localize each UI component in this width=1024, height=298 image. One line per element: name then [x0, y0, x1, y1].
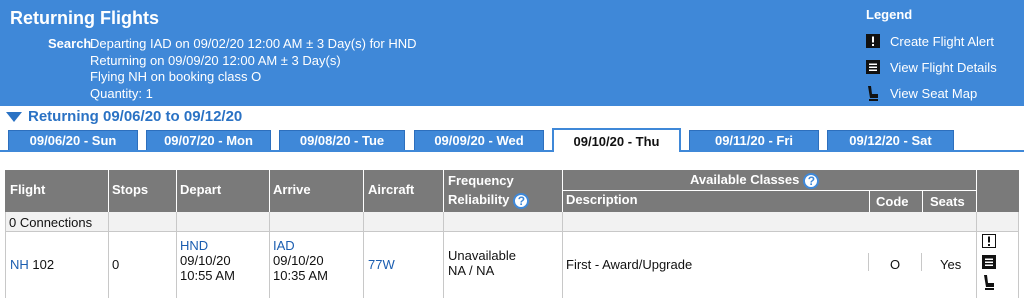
tab-0910[interactable]: 09/10/20 - Thu	[552, 128, 681, 152]
tab-0911[interactable]: 09/11/20 - Fri	[689, 130, 819, 150]
search-header: Returning Flights Search Departing IAD o…	[0, 0, 1024, 106]
header-frequency: Frequency	[448, 173, 514, 188]
cell-sep	[921, 253, 922, 271]
alert-icon	[866, 34, 880, 48]
depart-cell: HND 09/10/20 10:55 AM	[180, 238, 235, 283]
header-depart: Depart	[180, 182, 222, 197]
col-sep	[363, 212, 364, 298]
return-range-toggle[interactable]: Returning 09/06/20 to 09/12/20	[6, 108, 242, 125]
cell-sep	[868, 253, 869, 271]
tab-0908[interactable]: 09/08/20 - Tue	[279, 130, 405, 150]
search-line-depart: Departing IAD on 09/02/20 12:00 AM ± 3 D…	[90, 36, 417, 51]
depart-time: 10:55 AM	[180, 268, 235, 283]
tab-0906[interactable]: 09/06/20 - Sun	[8, 130, 138, 150]
tab-0907[interactable]: 09/07/20 - Mon	[146, 130, 271, 150]
seat-icon	[866, 86, 880, 101]
col-sep	[108, 170, 109, 212]
arrive-date: 09/10/20	[273, 253, 324, 268]
col-sep	[976, 170, 977, 212]
alert-icon[interactable]	[982, 234, 998, 250]
search-line-return: Returning on 09/09/20 12:00 AM ± 3 Day(s…	[90, 52, 341, 68]
legend-title: Legend	[866, 7, 913, 22]
frequency-reliability-cell: Unavailable NA / NA	[448, 248, 516, 278]
stops-value: 0	[112, 257, 120, 272]
header-reliability: Reliability	[448, 192, 510, 207]
header-flight: Flight	[10, 182, 46, 197]
header-available-classes-wrap: Available Classes?	[690, 172, 820, 189]
legend: Legend Create Flight Alert View Flight D…	[866, 7, 1016, 106]
details-icon[interactable]	[982, 255, 998, 271]
header-aircraft: Aircraft	[368, 182, 415, 197]
reliability-value: NA / NA	[448, 263, 495, 278]
col-sep	[269, 170, 270, 212]
class-code: O	[890, 257, 901, 272]
col-sep	[443, 212, 444, 298]
seat-icon[interactable]	[982, 274, 998, 292]
col-sep	[443, 170, 444, 212]
connections-label: 0 Connections	[9, 215, 93, 230]
arrive-airport-link[interactable]: IAD	[273, 238, 328, 253]
flight-number-cell: NH 102	[10, 257, 54, 272]
header-divider	[563, 190, 976, 191]
seats-available: Yes	[940, 257, 962, 272]
header-seats: Seats	[930, 194, 965, 209]
legend-item-seat: View Seat Map	[866, 80, 1016, 106]
legend-item-alert: Create Flight Alert	[866, 28, 1016, 54]
classes-help-icon[interactable]: ?	[803, 172, 820, 189]
search-line-quantity: Quantity: 1	[90, 85, 153, 101]
triangle-down-icon	[6, 111, 22, 122]
flight-results-table: Flight Stops Depart Arrive Aircraft Freq…	[0, 170, 1024, 298]
aircraft-link[interactable]: 77W	[368, 257, 395, 272]
search-line-carrier: Flying NH on booking class O	[90, 69, 262, 84]
col-sep	[176, 170, 177, 212]
details-icon	[866, 60, 880, 74]
date-tabs: 09/06/20 - Sun 09/07/20 - Mon 09/08/20 -…	[0, 128, 1024, 152]
return-range-label: Returning 09/06/20 to 09/12/20	[28, 108, 243, 125]
legend-label-alert: Create Flight Alert	[890, 33, 995, 49]
depart-date: 09/10/20	[180, 253, 231, 268]
header-description: Description	[566, 192, 638, 207]
tab-0909[interactable]: 09/09/20 - Wed	[414, 130, 544, 150]
page-title: Returning Flights	[10, 8, 159, 28]
frequency-value: Unavailable	[448, 248, 516, 263]
airline-link[interactable]: NH	[10, 257, 29, 272]
col-sep	[269, 212, 270, 298]
search-label: Search	[48, 36, 92, 51]
header-stops: Stops	[112, 182, 149, 197]
header-arrive: Arrive	[273, 182, 311, 197]
arrive-cell: IAD 09/10/20 10:35 AM	[273, 238, 328, 283]
col-sep	[176, 212, 177, 298]
col-sep	[5, 212, 6, 298]
legend-item-details: View Flight Details	[866, 54, 1016, 80]
connections-row	[5, 212, 1019, 232]
depart-airport-link[interactable]: HND	[180, 238, 235, 253]
header-reliability-wrap: Reliability?	[448, 192, 530, 209]
class-description: First - Award/Upgrade	[566, 257, 693, 272]
col-sep	[1018, 212, 1019, 298]
arrive-time: 10:35 AM	[273, 268, 328, 283]
col-sep	[363, 170, 364, 212]
col-sep	[869, 191, 870, 212]
legend-label-seat: View Seat Map	[890, 85, 978, 101]
flight-number: 102	[32, 257, 55, 272]
legend-label-details: View Flight Details	[890, 59, 997, 75]
col-sep	[562, 170, 563, 212]
search-summary: Departing IAD on 09/02/20 12:00 AM ± 3 D…	[90, 36, 417, 102]
reliability-help-icon[interactable]: ?	[513, 192, 530, 209]
col-sep	[108, 212, 109, 298]
header-available-classes: Available Classes	[690, 172, 800, 187]
tab-0912[interactable]: 09/12/20 - Sat	[827, 130, 954, 150]
tab-underline	[0, 150, 1024, 152]
header-code: Code	[876, 194, 909, 209]
col-sep	[922, 191, 923, 212]
col-sep	[562, 212, 563, 298]
col-sep	[976, 212, 977, 298]
